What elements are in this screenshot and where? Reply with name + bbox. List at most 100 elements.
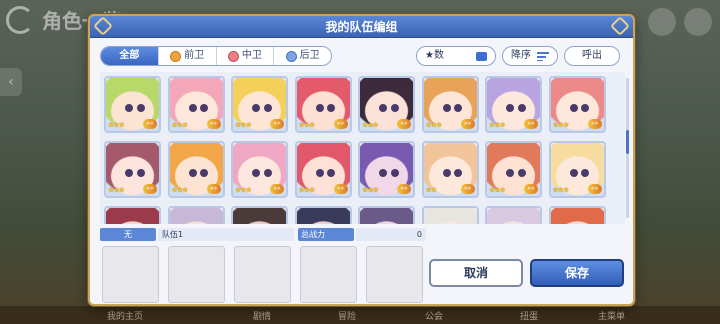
back-role-icon (285, 50, 297, 62)
character-grid: ★★★ »» ★★★ »» ★★★ »» ★★★ »» ★★★ »» ★★★ »» ★★★ »» ★★★ »»… (100, 72, 625, 224)
star-rating: ★★★ (489, 186, 506, 194)
front-role-icon (170, 50, 182, 62)
call-button[interactable]: 呼出 (564, 46, 620, 66)
team-slot[interactable] (234, 246, 291, 303)
sort-key-button[interactable]: ★数 (416, 46, 496, 66)
tab-back[interactable]: 后卫 (274, 47, 331, 65)
character-card[interactable]: ★★★ »» (231, 76, 288, 133)
character-card[interactable]: ★★★ »» (294, 141, 352, 198)
team-slot[interactable] (168, 246, 225, 303)
character-card[interactable]: ★★★ »» (294, 76, 352, 133)
star-rating: ★★★ (171, 121, 189, 129)
character-card[interactable]: ★★★ »» (485, 76, 542, 133)
tab-label: 前卫 (184, 50, 205, 61)
portrait-eye (442, 169, 451, 177)
character-card[interactable]: ★★ »» (421, 141, 479, 198)
call-label: 呼出 (582, 50, 602, 61)
rank-badge-icon: »» (397, 184, 411, 194)
star-rating: ★★★ (108, 121, 125, 129)
character-portrait (487, 208, 540, 224)
character-portrait (423, 208, 477, 224)
rank-badge-icon: »» (143, 119, 157, 129)
rank-badge-icon: »» (333, 119, 348, 129)
rank-badge-icon: »» (587, 119, 602, 129)
total-power-value: 0 (356, 228, 426, 241)
character-card[interactable]: ★★★ »» (358, 76, 415, 133)
team-info-row: 无 队伍1 总战力 0 (100, 228, 426, 242)
total-power-label: 总战力 (298, 228, 354, 241)
tab-middle[interactable]: 中卫 (217, 47, 275, 65)
rank-badge-icon: »» (206, 119, 221, 129)
star-rating: ★★★ (425, 121, 443, 129)
character-card[interactable] (485, 206, 542, 224)
character-card[interactable]: ★★★ »» (167, 76, 225, 133)
portrait-eye (569, 169, 578, 177)
team-slot[interactable] (102, 246, 159, 303)
character-card[interactable] (294, 206, 352, 224)
team-slot[interactable] (300, 246, 357, 303)
sort-key-label: ★数 (425, 50, 444, 61)
toggle-icon (476, 51, 487, 61)
portrait-eye (315, 169, 324, 177)
rank-badge-icon: »» (206, 184, 221, 194)
character-card[interactable]: ★★★ »» (548, 76, 606, 133)
portrait-eye (263, 169, 272, 177)
star-rating: ★★★ (489, 121, 506, 129)
role-tabs: 全部 前卫 中卫 后卫 (100, 46, 332, 66)
sort-order-button[interactable]: 降序 (502, 46, 558, 66)
star-rating: ★★★ (552, 121, 570, 129)
portrait-eye (188, 104, 197, 112)
portrait-eye (517, 104, 526, 112)
character-card[interactable]: ★★★ »» (167, 141, 225, 198)
character-card[interactable]: ★★★ »» (548, 141, 606, 198)
team-slot[interactable] (366, 246, 423, 303)
character-card[interactable] (167, 206, 225, 224)
tab-label: 全部 (119, 50, 140, 61)
character-card[interactable]: ★★★ »» (485, 141, 542, 198)
star-rating: ★★★ (552, 186, 570, 194)
character-card[interactable] (421, 206, 479, 224)
middle-role-icon (227, 50, 239, 62)
portrait-eye (517, 169, 526, 177)
star-rating: ★★ (425, 186, 438, 194)
sort-icon (537, 51, 549, 61)
rank-badge-icon: »» (524, 184, 538, 194)
portrait-eye (136, 104, 145, 112)
character-card[interactable]: ★★★ »» (104, 76, 161, 133)
character-card[interactable] (104, 206, 161, 224)
star-rating: ★★★ (171, 186, 189, 194)
grid-scrollbar[interactable] (626, 78, 629, 218)
character-card[interactable] (548, 206, 606, 224)
rank-badge-icon: »» (397, 119, 411, 129)
portrait-eye (390, 169, 399, 177)
character-card[interactable]: ★★★ »» (104, 141, 161, 198)
cancel-button[interactable]: 取消 (429, 259, 523, 287)
save-button[interactable]: 保存 (530, 259, 624, 287)
tab-label: 后卫 (299, 50, 320, 61)
tab-front[interactable]: 前卫 (159, 47, 217, 65)
team-name: 队伍1 (158, 228, 294, 241)
character-card[interactable]: ★★★ »» (358, 141, 415, 198)
portrait-eye (442, 104, 451, 112)
star-rating: ★★★ (362, 121, 379, 129)
character-card[interactable]: ★★★ »» (421, 76, 479, 133)
character-portrait (296, 208, 350, 224)
portrait-eye (136, 169, 145, 177)
rank-badge-icon: »» (270, 184, 284, 194)
star-rating: ★★★ (298, 121, 316, 129)
rank-badge-icon: »» (143, 184, 157, 194)
character-card[interactable]: ★★★ »» (231, 141, 288, 198)
rank-badge-icon: »» (460, 184, 475, 194)
portrait-eye (569, 104, 578, 112)
rank-badge-icon: »» (460, 119, 475, 129)
scrollbar-thumb[interactable] (626, 130, 629, 154)
portrait-eye (315, 104, 324, 112)
character-card[interactable] (358, 206, 415, 224)
character-portrait (360, 208, 413, 224)
character-portrait (550, 208, 604, 224)
character-portrait (106, 208, 159, 224)
tab-all[interactable]: 全部 (101, 47, 159, 65)
star-rating: ★★★ (298, 186, 316, 194)
rank-badge-icon: »» (270, 119, 284, 129)
character-card[interactable] (231, 206, 288, 224)
